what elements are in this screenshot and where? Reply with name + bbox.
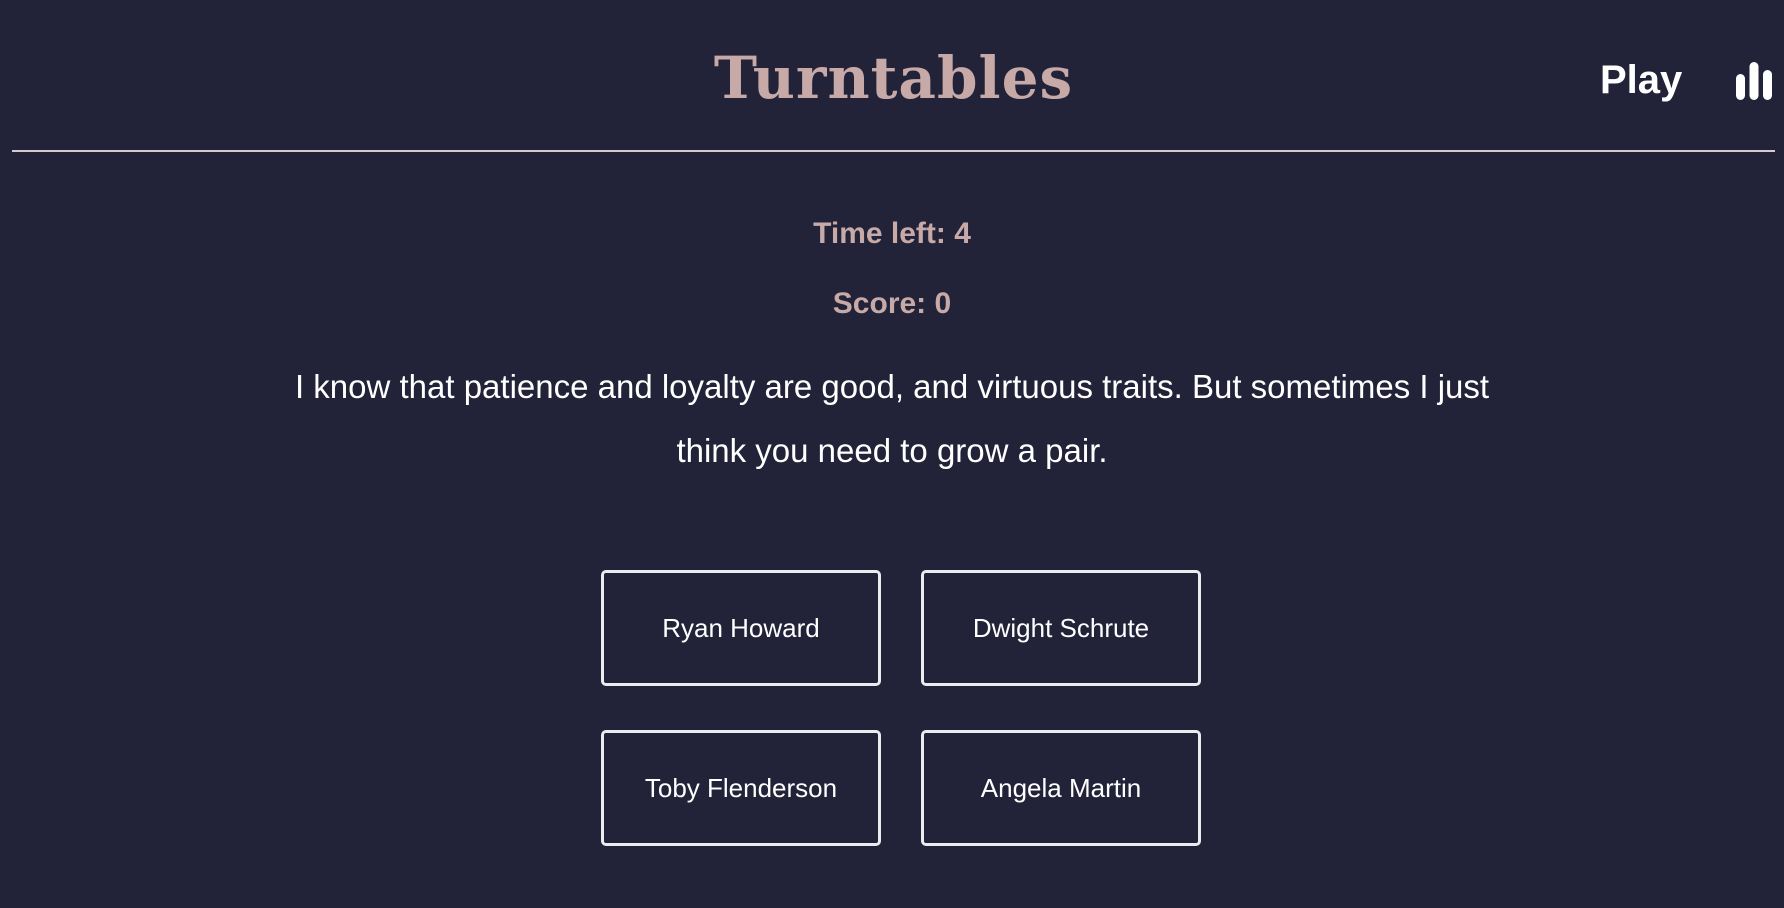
bar-chart-icon[interactable] [1735,62,1773,100]
header: Turntables Play [12,0,1775,152]
bar-chart-icon-graphic [1736,62,1772,100]
score: Score: 0 [832,287,952,320]
quote-text: I know that patience and loyalty are goo… [294,368,1490,469]
time-left: Time left: 4 [813,217,971,250]
choice-button-ryan-howard[interactable]: Ryan Howard [601,570,881,686]
choice-button-dwight-schrute[interactable]: Dwight Schrute [921,570,1201,686]
app-title: Turntables [713,44,1074,112]
play-link[interactable]: Play [1600,58,1682,103]
choice-button-angela-martin[interactable]: Angela Martin [921,730,1201,846]
choice-button-toby-flenderson[interactable]: Toby Flenderson [601,730,881,846]
